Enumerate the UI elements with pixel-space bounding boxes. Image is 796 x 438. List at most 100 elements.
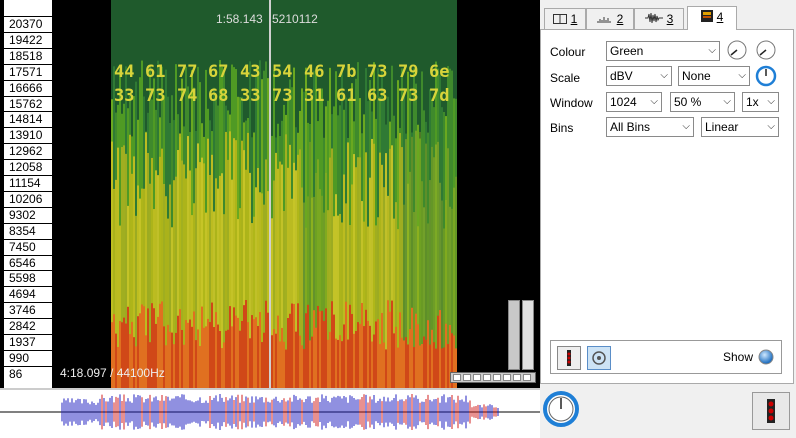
frequency-tick: 16666 <box>4 79 52 95</box>
zoom-cell <box>453 374 461 381</box>
frequency-scale-select[interactable]: Linear ⌵ <box>701 117 779 137</box>
chevron-down-icon: ⌵ <box>767 96 775 107</box>
frequency-tick: 18518 <box>4 47 52 63</box>
bins-select[interactable]: All Bins ⌵ <box>606 117 694 137</box>
frequency-tick: 86 <box>4 365 52 381</box>
window-zoom-select[interactable]: 1x ⌵ <box>742 92 779 112</box>
scale-select[interactable]: dBV ⌵ <box>606 66 672 86</box>
sonic-visualiser-window: 20370 19422 18518 17571 16666 15762 14814 13910… <box>0 0 796 438</box>
cursor-time-label: 1:58.143 <box>216 12 263 26</box>
hex-byte: 7b <box>336 62 357 82</box>
layer-visibility-box: Show <box>550 340 782 374</box>
hex-byte: 61 <box>145 62 166 82</box>
chevron-down-icon: ⌵ <box>738 70 746 81</box>
waveform-image <box>0 394 540 430</box>
tab-4[interactable]: 4 <box>687 6 737 30</box>
waveform-overview[interactable] <box>0 388 540 438</box>
chevron-down-icon: ⌵ <box>767 121 775 132</box>
colour-rotation-knob-icon[interactable] <box>726 39 748 61</box>
frequency-tick: 3746 <box>4 302 52 317</box>
hex-byte: 79 <box>398 62 419 82</box>
zoom-cell <box>503 374 511 381</box>
hex-byte: 33 <box>114 86 135 106</box>
frequency-tick: 990 <box>4 349 52 365</box>
show-label: Show <box>723 350 754 364</box>
frequency-tick: 9302 <box>4 206 52 222</box>
gain-knob-icon[interactable] <box>541 389 581 429</box>
frequency-tick: 4694 <box>4 286 52 301</box>
frequency-tick: 12058 <box>4 159 52 174</box>
frequency-tick: 7450 <box>4 238 52 254</box>
chevron-down-icon: ⌵ <box>708 45 716 56</box>
window-size-select[interactable]: 1024 ⌵ <box>606 92 662 112</box>
threshold-knob-icon[interactable] <box>755 39 777 61</box>
chevron-down-icon: ⌵ <box>682 121 690 132</box>
frequency-tick: 13910 <box>4 127 52 142</box>
frequency-tick: 5598 <box>4 270 52 285</box>
chevron-down-icon: ⌵ <box>650 96 658 107</box>
show-toggle-icon[interactable] <box>758 349 774 365</box>
zoom-cell <box>493 374 501 381</box>
hex-byte: 7d <box>429 86 450 106</box>
spectrogram-image <box>111 0 457 388</box>
hex-byte: 73 <box>272 86 293 106</box>
frequency-tick: 8354 <box>4 222 52 238</box>
frequency-scale: 20370 19422 18518 17571 16666 15762 14814 13910… <box>4 0 52 388</box>
hex-byte: 68 <box>208 86 229 106</box>
chevron-down-icon: ⌵ <box>723 96 731 107</box>
colour-select[interactable]: Green ⌵ <box>606 41 720 61</box>
speaker-icon <box>592 351 606 365</box>
frequency-tick: 17571 <box>4 63 52 79</box>
gain-knob-icon[interactable] <box>755 65 777 87</box>
frequency-tick: 11154 <box>4 175 52 190</box>
hex-byte: 73 <box>367 62 388 82</box>
layers-icon <box>552 10 567 30</box>
hex-byte: 63 <box>367 86 388 106</box>
bins-label: Bins <box>550 121 574 135</box>
play-toggle-button[interactable] <box>587 346 611 370</box>
colour-label: Colour <box>550 45 586 59</box>
frequency-tick: 20370 <box>4 16 52 31</box>
hex-byte: 43 <box>240 62 261 82</box>
layer-color-button[interactable] <box>752 392 790 430</box>
spectrogram-view[interactable]: 44 61 77 67 43 54 46 7b 73 79 6e 33 73 74 68 33 73 31 61 6… <box>111 0 457 388</box>
layer-tabs: 1 2 3 4 <box>540 6 796 30</box>
cursor-value-label: 5210112 <box>272 12 318 26</box>
bars-icon <box>597 10 613 30</box>
traffic-light-icon <box>567 350 571 366</box>
hex-byte: 73 <box>398 86 419 106</box>
tab-1[interactable]: 1 <box>544 8 586 30</box>
hex-byte: 54 <box>272 62 293 82</box>
tab-2[interactable]: 2 <box>586 8 634 30</box>
normalize-select[interactable]: None ⌵ <box>678 66 750 86</box>
duration-label: 4:18.097 / 44100Hz <box>60 366 165 380</box>
hex-byte: 31 <box>304 86 325 106</box>
zoom-cell <box>523 374 531 381</box>
frequency-tick: 19422 <box>4 31 52 47</box>
spectrogram-icon <box>700 8 713 28</box>
level-meter <box>505 300 535 370</box>
hex-byte: 44 <box>114 62 135 82</box>
hex-byte: 61 <box>336 86 357 106</box>
frequency-tick: 2842 <box>4 318 52 333</box>
hex-byte: 77 <box>177 62 198 82</box>
layer-properties-panel: Colour Green ⌵ Scale dBV ⌵ None ⌵ Window 10… <box>540 29 794 384</box>
spectrogram-pane[interactable]: 20370 19422 18518 17571 16666 15762 14814 13910… <box>0 0 540 388</box>
chevron-down-icon: ⌵ <box>660 70 668 81</box>
frequency-tick: 10206 <box>4 190 52 206</box>
hex-byte: 46 <box>304 62 325 82</box>
hex-byte: 67 <box>208 62 229 82</box>
zoom-thumbwheel[interactable] <box>450 372 536 383</box>
playhead-cursor[interactable] <box>269 0 271 388</box>
traffic-light-icon <box>767 399 775 423</box>
tab-3[interactable]: 3 <box>634 8 684 30</box>
window-label: Window <box>550 96 593 110</box>
scale-label: Scale <box>550 71 581 85</box>
waveform-icon <box>644 10 663 30</box>
zoom-cell <box>473 374 481 381</box>
hex-byte: 73 <box>145 86 166 106</box>
layer-color-button[interactable] <box>557 346 581 370</box>
zoom-cell <box>513 374 521 381</box>
window-overlap-select[interactable]: 50 % ⌵ <box>670 92 735 112</box>
frequency-tick: 15762 <box>4 95 52 111</box>
